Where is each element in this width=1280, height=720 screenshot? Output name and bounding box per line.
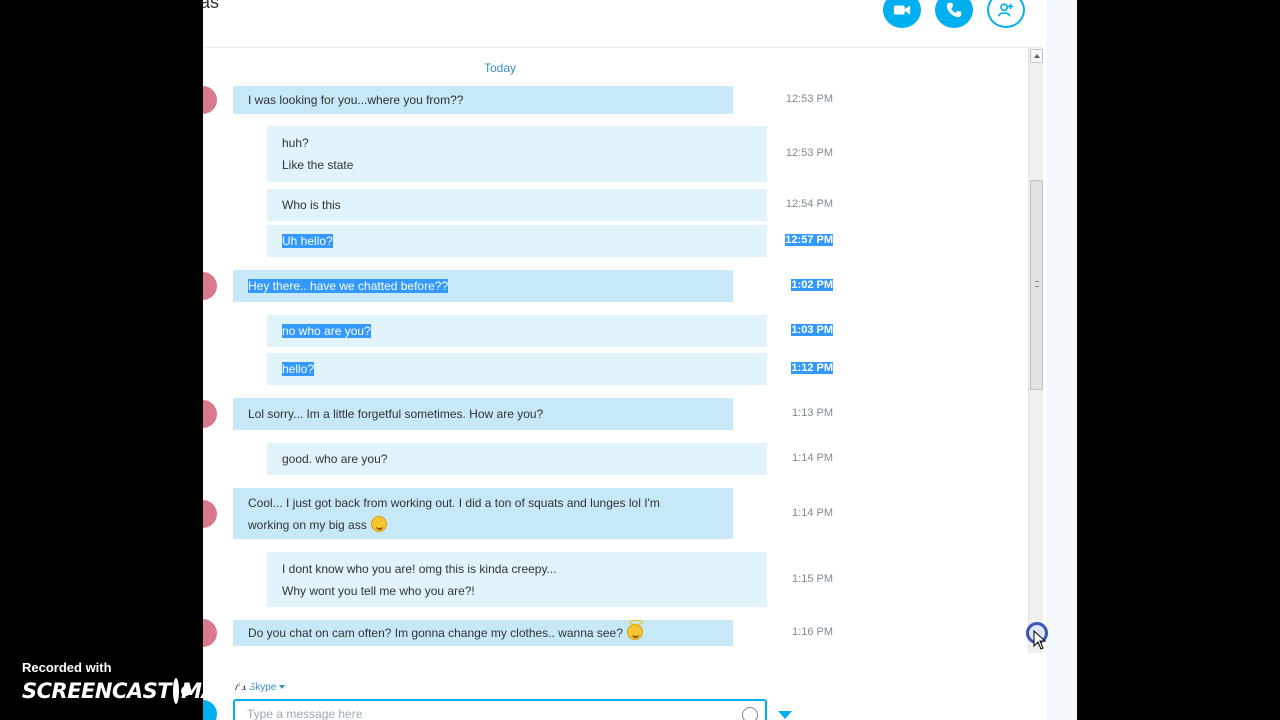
chevron-down-icon[interactable] — [279, 685, 286, 689]
contact-avatar[interactable] — [203, 272, 217, 300]
outgoing-message[interactable]: Uh hello? — [267, 225, 767, 257]
watermark-logo: SCREENCAST MATIC — [22, 678, 252, 704]
message-text: Why wont you tell me who you are?! — [282, 583, 475, 598]
left-letterbox — [0, 0, 203, 720]
message-text: Hey there.. have we chatted before?? — [248, 279, 449, 293]
message-timestamp: 1:12 PM — [791, 362, 833, 374]
contact-avatar[interactable] — [203, 400, 217, 428]
compose-box[interactable] — [233, 699, 767, 720]
message-timestamp: 1:15 PM — [792, 573, 833, 585]
outgoing-message[interactable]: huh? Like the state — [267, 126, 767, 182]
outgoing-message[interactable]: Who is this — [267, 189, 767, 221]
incoming-message[interactable]: I was looking for you...where you from?? — [233, 86, 733, 114]
conversation-header: as — [203, 0, 1043, 48]
audio-call-button[interactable] — [935, 0, 973, 28]
scroll-grip-icon — [1035, 281, 1039, 287]
screencast-watermark: Recorded with SCREENCAST MATIC — [22, 660, 252, 710]
incoming-message[interactable]: Do you chat on cam often? Im gonna chang… — [233, 620, 733, 646]
message-text: Who is this — [282, 198, 341, 212]
contact-name: as — [203, 0, 220, 12]
angel-emoticon-icon — [626, 620, 643, 640]
message-timestamp: 1:13 PM — [792, 407, 833, 419]
video-call-button[interactable] — [883, 0, 921, 28]
phone-icon — [946, 2, 962, 18]
right-letterbox — [1077, 0, 1280, 720]
add-person-icon — [997, 3, 1014, 17]
message-timestamp: 12:57 PM — [785, 234, 833, 246]
message-timestamp: 12:54 PM — [785, 198, 833, 210]
tongue-emoticon-icon — [370, 515, 387, 532]
incoming-message[interactable]: Cool... I just got back from working out… — [233, 488, 733, 539]
record-icon — [173, 678, 192, 704]
outgoing-message[interactable]: I dont know who you are! omg this is kin… — [267, 552, 767, 607]
message-text: hello? — [282, 362, 315, 376]
right-panel — [1046, 0, 1077, 720]
message-text: I dont know who you are! omg this is kin… — [282, 561, 557, 576]
message-list[interactable]: Today I was looking for you...where you … — [203, 48, 1028, 653]
message-timestamp: 1:14 PM — [792, 452, 833, 464]
via-service-dropdown[interactable]: Skype — [249, 682, 277, 693]
message-text: good. who are you? — [282, 452, 388, 466]
message-input[interactable] — [247, 707, 727, 720]
scroll-up-button[interactable] — [1030, 49, 1043, 63]
message-timestamp: 12:53 PM — [785, 147, 833, 159]
scroll-thumb[interactable] — [1030, 180, 1043, 390]
emoticon-icon[interactable] — [742, 707, 758, 720]
date-separator: Today — [483, 61, 517, 75]
send-icon[interactable] — [777, 710, 793, 720]
message-timestamp: 1:16 PM — [792, 626, 833, 638]
message-timestamp: 1:03 PM — [791, 324, 833, 336]
contact-avatar[interactable] — [203, 86, 217, 114]
outgoing-message[interactable]: good. who are you? — [267, 443, 767, 475]
message-timestamp: 12:53 PM — [785, 93, 833, 105]
contact-avatar[interactable] — [203, 619, 217, 647]
message-timestamp: 1:14 PM — [792, 507, 833, 519]
outgoing-message[interactable]: no who are you? — [267, 315, 767, 347]
contact-avatar[interactable] — [203, 500, 217, 528]
message-text: Cool... I just got back from working out… — [248, 495, 660, 510]
add-people-button[interactable] — [987, 0, 1025, 28]
chat-scrollbar[interactable] — [1028, 48, 1043, 653]
incoming-message[interactable]: Hey there.. have we chatted before?? — [233, 270, 733, 302]
incoming-message[interactable]: Lol sorry... Im a little forgetful somet… — [233, 398, 733, 430]
mouse-cursor-icon — [1033, 630, 1047, 650]
message-timestamp: 1:02 PM — [791, 279, 833, 291]
message-text: Like the state — [282, 158, 354, 172]
message-text: no who are you? — [282, 324, 371, 338]
message-text: Uh hello? — [282, 234, 333, 248]
message-text: Do you chat on cam often? Im gonna chang… — [248, 620, 718, 644]
message-text: working on my big ass — [248, 514, 718, 536]
outgoing-message[interactable]: hello? — [267, 353, 767, 385]
watermark-caption: Recorded with — [22, 660, 112, 675]
message-text: Lol sorry... Im a little forgetful somet… — [248, 407, 544, 421]
message-text: huh? — [282, 136, 309, 150]
message-text: I was looking for you...where you from?? — [248, 93, 464, 107]
skype-window: as Today I was looking for you...where y… — [203, 0, 1077, 720]
video-camera-icon — [893, 5, 911, 15]
